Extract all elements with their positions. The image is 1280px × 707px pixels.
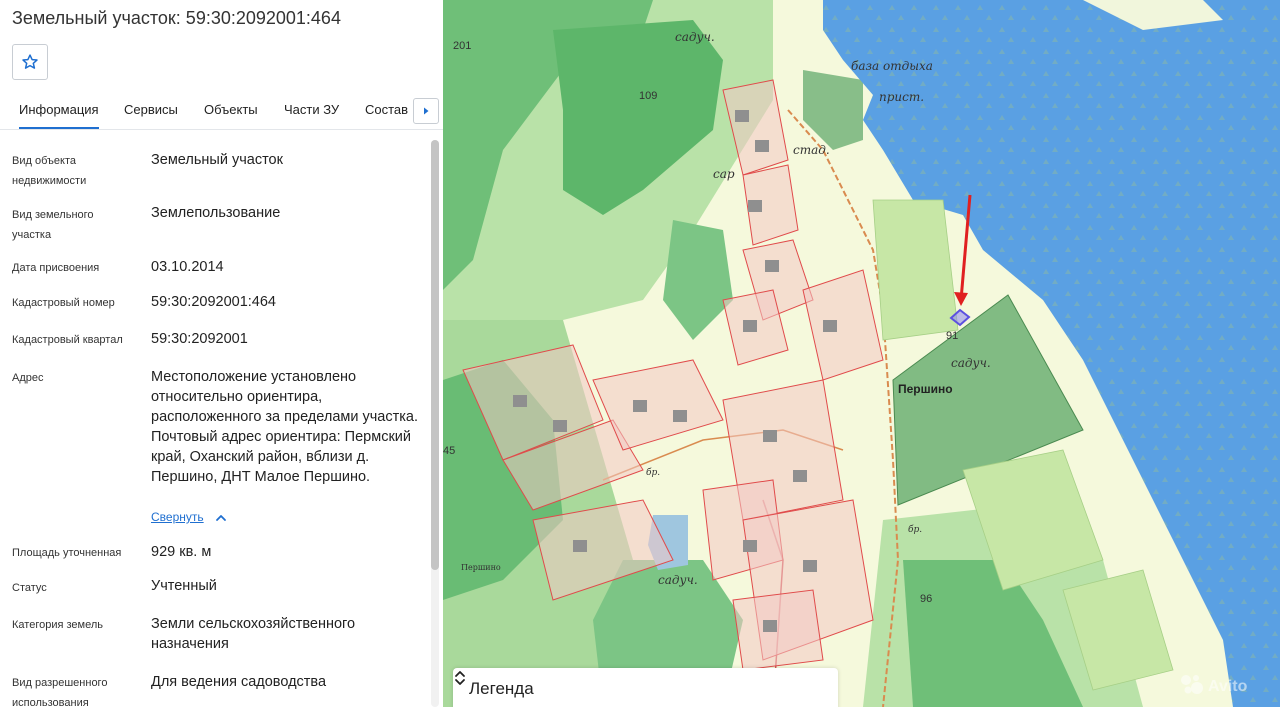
cadastral-block-label: Кадастровый квартал xyxy=(12,334,123,346)
permitted-use-value: Для ведения садоводства xyxy=(151,674,327,690)
object-type-value: Земельный участок xyxy=(151,152,283,168)
avito-logo-text: Avito xyxy=(1208,678,1248,695)
status-value: Учтенный xyxy=(151,578,217,594)
address-label: Адрес xyxy=(12,372,44,384)
cadastral-block-value: 59:30:2092001 xyxy=(151,331,248,347)
map-number: 96 xyxy=(920,593,933,605)
map-canvas[interactable] xyxy=(443,0,1280,707)
cadastral-number-value: 59:30:2092001:464 xyxy=(151,294,276,310)
map-view[interactable]: садуч. база отдыха прист. стад. сар саду… xyxy=(443,0,1280,707)
map-label-ford: бр. xyxy=(908,525,923,535)
area-value: 929 кв. м xyxy=(151,544,212,560)
tab-objects[interactable]: Объекты xyxy=(204,102,258,117)
plot-type-label: Вид земельного участка xyxy=(12,209,94,241)
plot-type-value: Землепользование xyxy=(151,205,281,221)
map-number: 109 xyxy=(639,90,658,102)
legend-toggle[interactable]: Легенда xyxy=(453,668,838,707)
map-label-ford: бр. xyxy=(646,468,661,478)
caret-right-icon xyxy=(424,107,429,115)
tab-parts[interactable]: Части ЗУ xyxy=(284,102,339,117)
chevron-up-down-icon xyxy=(455,671,465,685)
panel-scrollbar[interactable] xyxy=(431,140,439,707)
favorite-button[interactable] xyxy=(12,44,48,80)
map-number: 45 xyxy=(443,445,456,457)
map-label-garden: садуч. xyxy=(675,30,715,44)
map-label-sar: сар xyxy=(713,167,735,181)
page-title: Земельный участок: 59:30:2092001:464 xyxy=(12,8,341,28)
map-label-pier: прист. xyxy=(879,90,925,104)
map-label-recreation-base: база отдыха xyxy=(851,59,933,73)
assigned-date-label: Дата присвоения xyxy=(12,262,100,274)
tab-composition[interactable]: Состав xyxy=(365,102,408,117)
permitted-use-label: Вид разрешенного использования xyxy=(12,677,108,707)
legend-label: Легенда xyxy=(469,679,534,698)
map-label-village: Першино xyxy=(898,382,953,396)
map-number: 201 xyxy=(453,40,472,52)
collapse-link[interactable]: Свернуть xyxy=(151,510,204,524)
cadastral-number-label: Кадастровый номер xyxy=(12,297,115,309)
map-label-stadium: стад. xyxy=(793,143,830,157)
map-number: 91 xyxy=(946,330,959,342)
status-label: Статус xyxy=(12,582,47,594)
address-value: Местоположение установлено относительно … xyxy=(151,369,418,485)
chevron-up-icon[interactable] xyxy=(214,510,228,526)
land-category-label: Категория земель xyxy=(12,619,103,631)
object-type-label: Вид объекта недвижимости xyxy=(12,155,87,187)
map-label-garden-right: садуч. xyxy=(951,356,991,370)
assigned-date-value: 03.10.2014 xyxy=(151,259,224,275)
map-label-garden-bottom: садуч. xyxy=(658,573,698,587)
tab-bar: Информация Сервисы Объекты Части ЗУ Сост… xyxy=(0,94,443,130)
map-label-village-small: Першино xyxy=(461,563,501,572)
info-panel: Земельный участок: 59:30:2092001:464 Инф… xyxy=(0,0,443,707)
land-category-value: Земли сельскохозяйственного назначения xyxy=(151,616,356,652)
tabs-scroll-right-button[interactable] xyxy=(413,98,439,124)
scrollbar-thumb[interactable] xyxy=(431,140,439,570)
tab-services[interactable]: Сервисы xyxy=(124,102,178,117)
star-outline-icon xyxy=(22,54,38,69)
area-label: Площадь уточненная xyxy=(12,547,122,559)
avito-logo-icon: Avito xyxy=(1181,675,1248,695)
tab-info[interactable]: Информация xyxy=(19,102,99,129)
